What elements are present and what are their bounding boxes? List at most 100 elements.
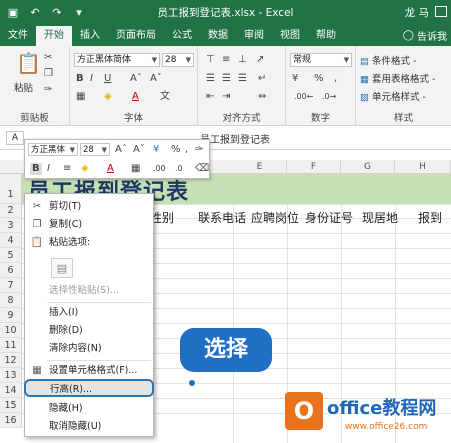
formula-content[interactable]: 员工报到登记表	[200, 131, 270, 146]
font-name-combo[interactable]: 方正黑体简体 ▼	[74, 53, 160, 67]
header-cell-position[interactable]: 应聘岗位	[251, 209, 299, 226]
currency-icon[interactable]: ¥	[153, 144, 159, 156]
row-header-15[interactable]: 15	[0, 398, 22, 413]
orientation-icon[interactable]: ↗	[256, 54, 264, 66]
italic-icon[interactable]: I	[47, 163, 50, 175]
name-box[interactable]: A	[6, 131, 24, 145]
underline-icon[interactable]: U	[104, 73, 111, 85]
align-left-icon[interactable]: ☰	[206, 73, 215, 85]
format-painter-icon[interactable]: ✑	[44, 84, 52, 96]
decrease-font-icon[interactable]: Aˇ	[133, 144, 145, 156]
wrap-text-icon[interactable]: ↵	[258, 73, 266, 85]
row-header-1[interactable]: 1	[0, 174, 22, 204]
header-cell-id[interactable]: 身份证号	[305, 209, 353, 226]
decrease-indent-icon[interactable]: ⇤	[206, 91, 214, 103]
mini-percent[interactable]: %	[171, 144, 181, 156]
menu-item-hide[interactable]: 隐藏(H)	[25, 400, 153, 418]
ribbon-display-icon[interactable]	[435, 6, 447, 17]
borders-icon[interactable]: ▦	[76, 91, 85, 103]
menu-item-cut[interactable]: ✂ 剪切(T)	[25, 198, 153, 216]
menu-item-row-height[interactable]: 行高(R)...	[24, 379, 154, 397]
decrease-font-icon[interactable]: Aˇ	[150, 73, 162, 85]
align-center-icon[interactable]: ≡	[63, 163, 71, 175]
menu-item-copy[interactable]: ❐ 复制(C)	[25, 216, 153, 234]
row-header-10[interactable]: 10	[0, 323, 22, 338]
increase-decimal-icon[interactable]: .00←	[294, 91, 313, 103]
currency-icon[interactable]: ¥	[292, 73, 298, 85]
menu-item-insert[interactable]: 插入(I)	[25, 304, 153, 322]
cut-icon[interactable]: ✂	[44, 52, 52, 64]
menu-item-unhide[interactable]: 取消隐藏(U)	[25, 418, 153, 436]
conditional-format-button[interactable]: ▤ 条件格式 -	[360, 53, 416, 67]
align-top-icon[interactable]: ⊤	[206, 54, 215, 66]
comma-style[interactable]: ,	[334, 73, 337, 85]
align-middle-icon[interactable]: ≡	[222, 54, 230, 66]
redo-icon[interactable]: ↷	[48, 3, 66, 21]
increase-decimal-icon[interactable]: .00	[153, 163, 166, 175]
paste-option-button[interactable]: ▤	[51, 258, 73, 278]
mini-comma[interactable]: ,	[185, 144, 188, 156]
save-icon[interactable]: ▣	[4, 3, 22, 21]
format-as-table-button[interactable]: ▦ 套用表格格式 -	[360, 71, 435, 85]
fill-color-icon[interactable]: ◈	[81, 163, 89, 175]
decrease-decimal-icon[interactable]: .0→	[322, 91, 336, 103]
format-painter-icon[interactable]: ✑	[195, 144, 203, 156]
menu-item-clear-contents[interactable]: 清除内容(N)	[25, 340, 153, 358]
row-header-8[interactable]: 8	[0, 293, 22, 308]
row-header-13[interactable]: 13	[0, 368, 22, 383]
row-header-16[interactable]: 16	[0, 413, 22, 428]
borders-icon[interactable]: ▦	[131, 163, 140, 175]
phonetic-icon[interactable]: 文	[160, 91, 170, 103]
align-bottom-icon[interactable]: ⊥	[238, 54, 247, 66]
row-header-12[interactable]: 12	[0, 353, 22, 368]
row-header-5[interactable]: 5	[0, 248, 22, 263]
bold-icon[interactable]: B	[30, 163, 42, 175]
font-color-icon[interactable]: A	[107, 163, 114, 175]
row-header-2[interactable]: 2	[0, 204, 22, 218]
align-center-icon[interactable]: ☰	[222, 73, 231, 85]
percent-style[interactable]: %	[314, 73, 324, 85]
row-header-7[interactable]: 7	[0, 278, 22, 293]
user-name[interactable]: 龙 马	[405, 5, 429, 20]
row-header-3[interactable]: 3	[0, 218, 22, 233]
column-header-g[interactable]: G	[341, 160, 395, 174]
menu-item-format-cells[interactable]: ▦ 设置单元格格式(F)...	[25, 362, 153, 380]
row-header-14[interactable]: 14	[0, 383, 22, 398]
menu-item-delete[interactable]: 删除(D)	[25, 322, 153, 340]
clear-icon[interactable]: ⌫	[195, 163, 209, 175]
mini-size-combo[interactable]: 28 ▼	[80, 143, 110, 156]
row-header-11[interactable]: 11	[0, 338, 22, 353]
number-format-combo[interactable]: 常规 ▼	[290, 53, 352, 67]
copy-icon[interactable]: ❐	[44, 68, 53, 80]
mini-font-combo[interactable]: 方正黑体 ▼	[28, 143, 78, 156]
row-header-4[interactable]: 4	[0, 233, 22, 248]
font-size-combo[interactable]: 28 ▼	[162, 53, 194, 67]
column-header-h[interactable]: H	[395, 160, 451, 174]
font-color-icon[interactable]: A	[132, 91, 139, 103]
fill-color-icon[interactable]: ◈	[104, 91, 112, 103]
tab-file[interactable]: 文件	[0, 26, 36, 46]
tab-home[interactable]: 开始	[36, 26, 72, 46]
row-header-6[interactable]: 6	[0, 263, 22, 278]
tell-me[interactable]: ◯ 告诉我	[403, 28, 447, 43]
tab-view[interactable]: 视图	[272, 26, 308, 46]
bold-icon[interactable]: B	[76, 73, 84, 85]
tab-formulas[interactable]: 公式	[164, 26, 200, 46]
paste-button[interactable]: 粘贴	[14, 80, 33, 94]
row-header-9[interactable]: 9	[0, 308, 22, 323]
align-right-icon[interactable]: ☰	[238, 73, 247, 85]
tab-review[interactable]: 审阅	[236, 26, 272, 46]
tab-help[interactable]: 帮助	[308, 26, 344, 46]
increase-font-icon[interactable]: Aˆ	[115, 144, 127, 156]
tab-insert[interactable]: 插入	[72, 26, 108, 46]
italic-icon[interactable]: I	[90, 73, 93, 85]
column-header-f[interactable]: F	[287, 160, 341, 174]
merge-center-icon[interactable]: ⇔	[258, 91, 266, 103]
increase-font-icon[interactable]: Aˆ	[130, 73, 142, 85]
header-cell-address[interactable]: 现居地	[362, 209, 398, 226]
header-cell-report[interactable]: 报到	[418, 209, 442, 226]
menu-item-paste-special[interactable]: 选择性粘贴(S)...	[25, 282, 153, 300]
increase-indent-icon[interactable]: ⇥	[222, 91, 230, 103]
decrease-decimal-icon[interactable]: .0	[175, 163, 183, 175]
undo-icon[interactable]: ↶	[26, 3, 44, 21]
